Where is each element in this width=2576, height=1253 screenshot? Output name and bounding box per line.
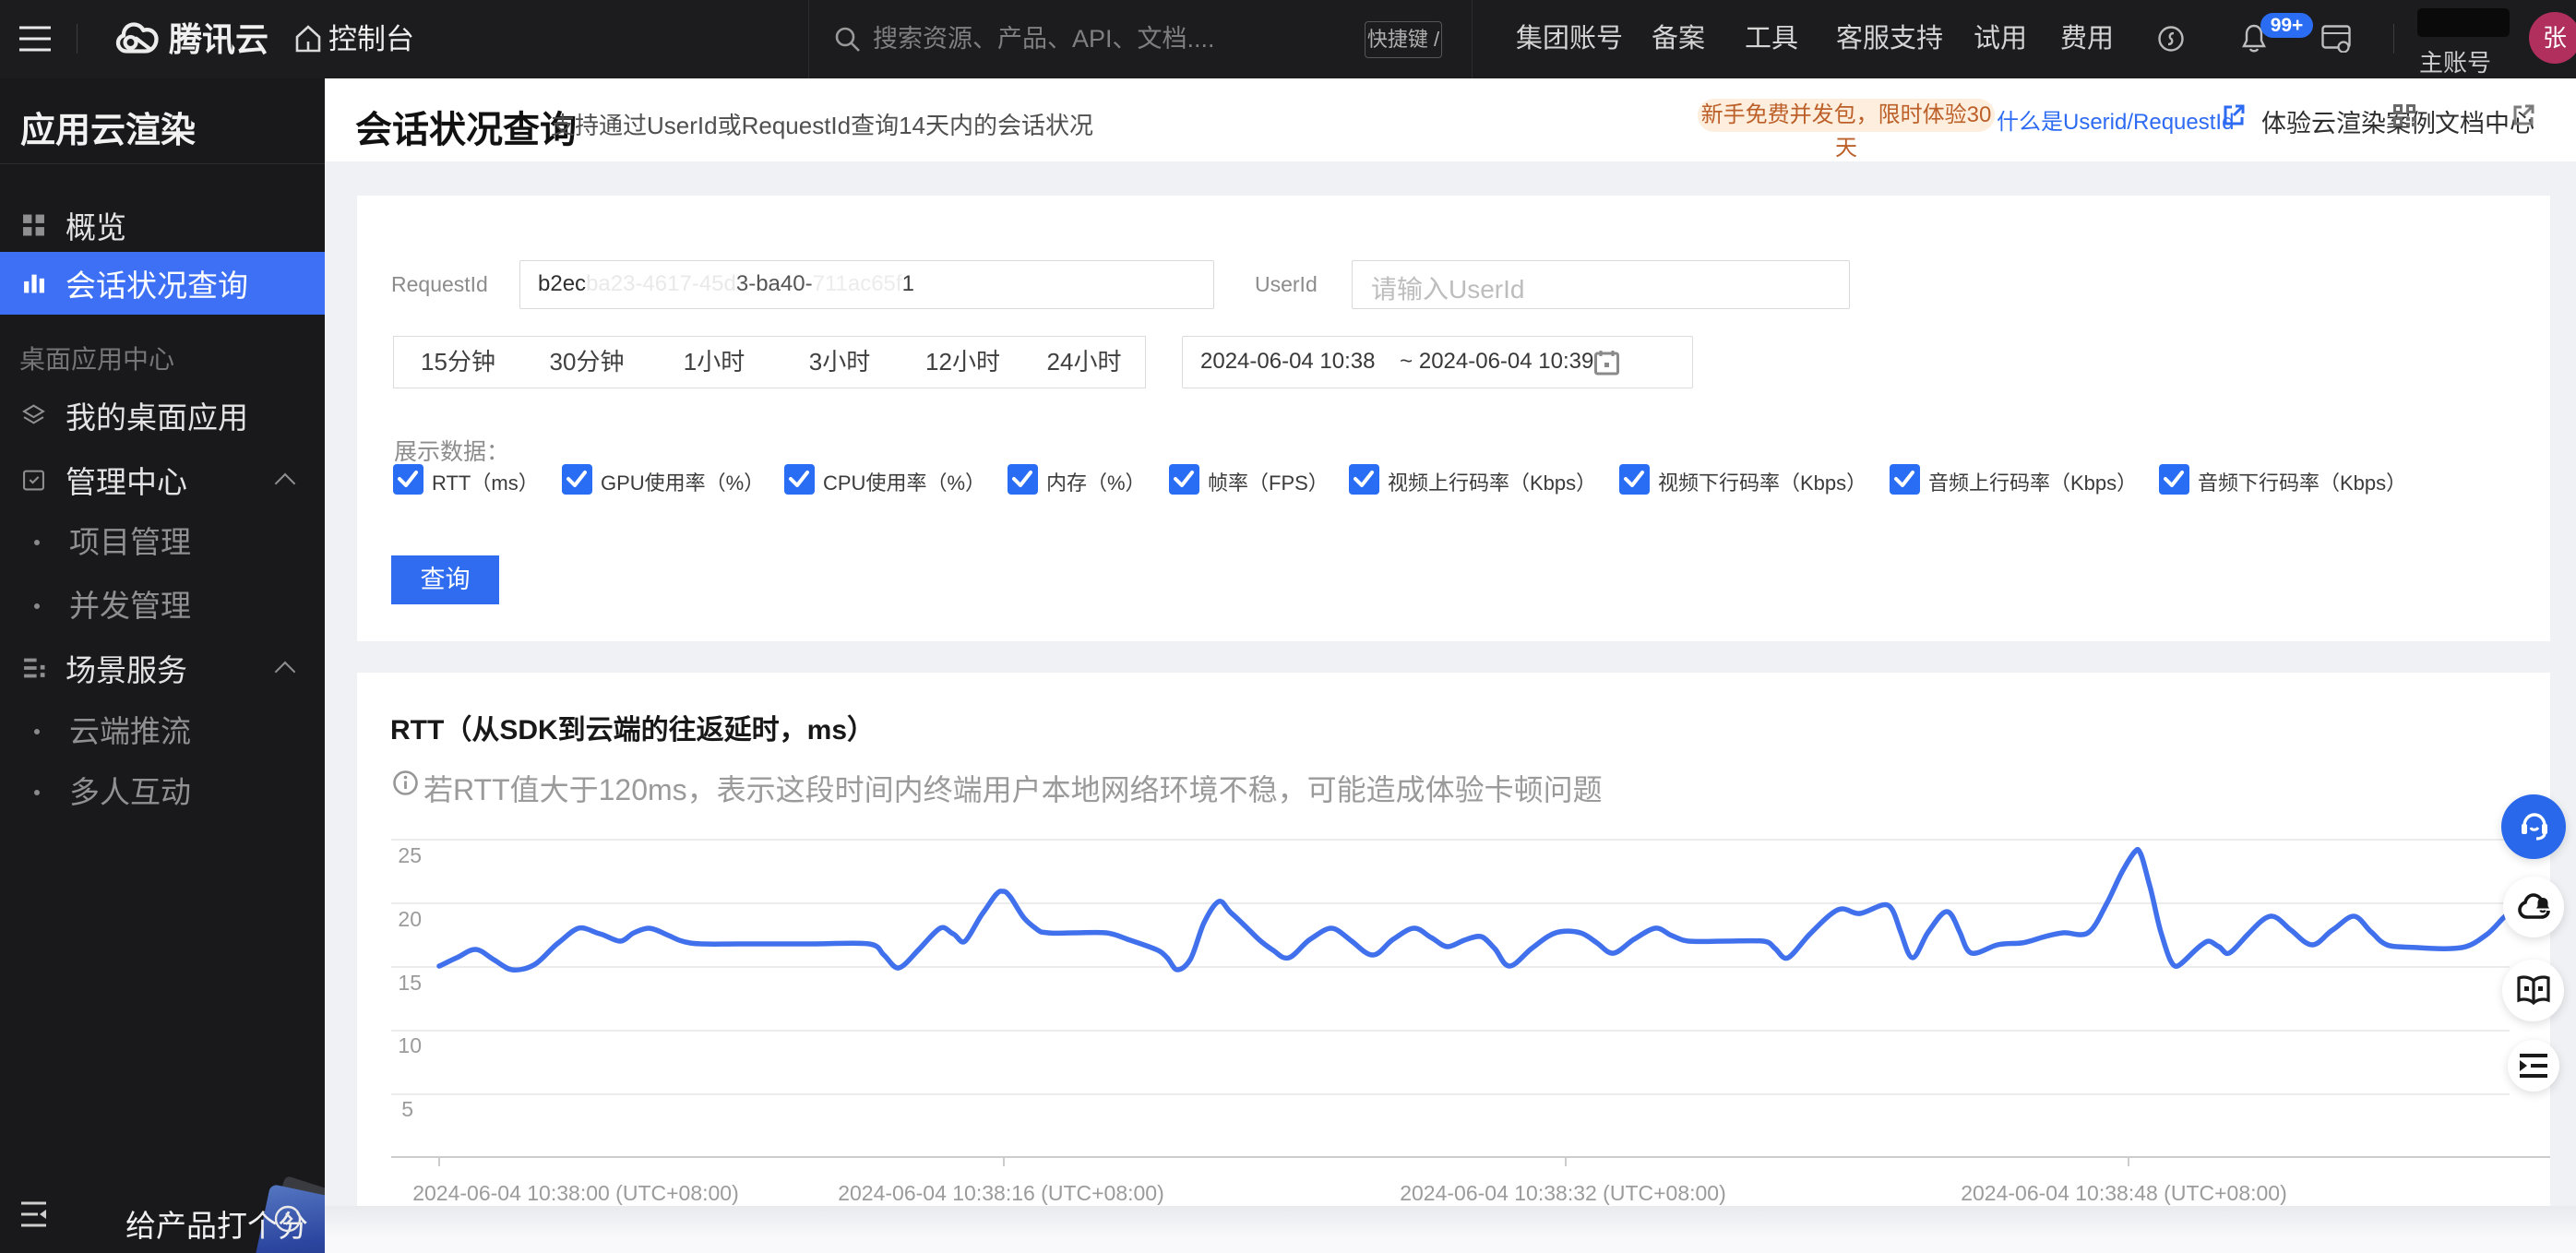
svg-text:2024-06-04 10:38:00 (UTC+08:00: 2024-06-04 10:38:00 (UTC+08:00): [412, 1181, 739, 1205]
svg-text:10: 10: [398, 1033, 422, 1057]
svg-text:25: 25: [398, 843, 422, 867]
svg-text:2024-06-04 10:38:48 (UTC+08:00: 2024-06-04 10:38:48 (UTC+08:00): [1961, 1181, 2287, 1205]
svg-text:5: 5: [401, 1097, 413, 1121]
svg-text:2024-06-04 10:38:32 (UTC+08:00: 2024-06-04 10:38:32 (UTC+08:00): [1400, 1181, 1726, 1205]
svg-text:15: 15: [398, 971, 422, 995]
svg-text:20: 20: [398, 907, 422, 931]
svg-text:2024-06-04 10:38:16 (UTC+08:00: 2024-06-04 10:38:16 (UTC+08:00): [838, 1181, 1164, 1205]
